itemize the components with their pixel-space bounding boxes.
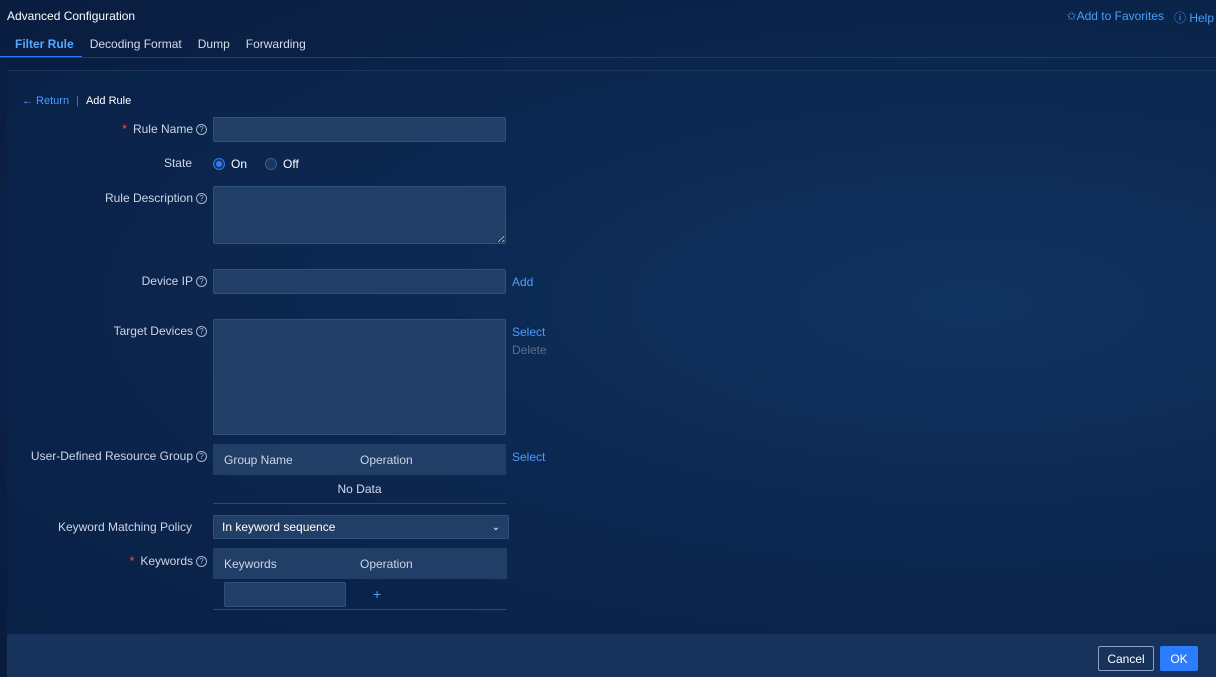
resource-group-label: User-Defined Resource Group ?: [31, 449, 207, 463]
state-off-radio[interactable]: Off: [265, 157, 299, 171]
keyword-policy-select[interactable]: In keyword sequence ⌄: [213, 515, 509, 539]
keywords-table: Keywords Operation: [213, 548, 507, 579]
chevron-down-icon: ⌄: [491, 521, 500, 533]
state-off-label: Off: [283, 157, 299, 171]
help-link[interactable]: ⓘ Help: [1174, 9, 1214, 26]
breadcrumb-separator: |: [76, 95, 79, 107]
top-bar: Advanced Configuration ✩Add to Favorites…: [0, 0, 1216, 58]
state-label-text: State: [163, 156, 192, 170]
tab-forwarding[interactable]: Forwarding: [238, 36, 314, 58]
tab-filter-rule[interactable]: Filter Rule: [0, 36, 82, 58]
tab-divider: [0, 57, 1216, 58]
footer-bar: [7, 634, 1216, 677]
required-marker: *: [122, 122, 127, 136]
target-devices-label: Target Devices ?: [114, 324, 207, 338]
column-keywords: Keywords: [224, 556, 277, 571]
rule-name-label-text: Rule Name: [132, 122, 193, 136]
help-circle-icon[interactable]: ?: [196, 275, 207, 287]
column-operation: Operation: [360, 452, 413, 467]
column-group-name: Group Name: [224, 452, 293, 467]
breadcrumb: ← Return | Add Rule: [22, 95, 131, 107]
select-target-devices-button[interactable]: Select: [512, 325, 545, 339]
target-devices-list[interactable]: [213, 319, 506, 435]
keyword-policy-label: Keyword Matching Policy: [58, 520, 192, 534]
state-label: State: [164, 156, 192, 170]
state-on-radio[interactable]: On: [213, 157, 247, 171]
column-operation: Operation: [360, 556, 413, 571]
add-device-ip-button[interactable]: Add: [512, 275, 533, 289]
device-ip-input[interactable]: [213, 269, 506, 294]
delete-target-devices-button[interactable]: Delete: [512, 343, 547, 357]
return-link[interactable]: ← Return: [22, 95, 69, 107]
keywords-label: * Keywords ?: [130, 554, 207, 568]
help-circle-icon[interactable]: ?: [196, 123, 207, 135]
rule-name-label: * Rule Name ?: [122, 122, 207, 136]
ok-button[interactable]: OK: [1160, 646, 1198, 671]
rule-description-label-text: Rule Description: [104, 191, 193, 205]
rule-description-label: Rule Description ?: [105, 191, 207, 205]
top-actions: ✩Add to Favorites ⓘ Help: [1067, 9, 1214, 26]
keyword-policy-label-text: Keyword Matching Policy: [57, 520, 192, 534]
add-keyword-icon[interactable]: +: [373, 586, 381, 602]
help-circle-icon[interactable]: ?: [196, 450, 207, 462]
keyword-input[interactable]: [224, 582, 346, 607]
help-circle-icon[interactable]: ?: [196, 192, 207, 204]
cancel-button[interactable]: Cancel: [1098, 646, 1154, 671]
target-devices-label-text: Target Devices: [113, 324, 193, 338]
breadcrumb-current: Add Rule: [85, 95, 132, 107]
device-ip-label: Device IP ?: [142, 274, 207, 288]
keywords-label-text: Keywords: [140, 554, 193, 568]
help-circle-icon[interactable]: ?: [196, 555, 207, 567]
device-ip-label-text: Device IP: [141, 274, 193, 288]
empty-state: No Data: [213, 475, 506, 504]
tab-decoding-format[interactable]: Decoding Format: [82, 36, 190, 58]
required-marker: *: [129, 554, 135, 568]
select-resource-group-button[interactable]: Select: [512, 450, 545, 464]
form-panel: [7, 70, 1216, 634]
tab-dump[interactable]: Dump: [190, 36, 238, 58]
radio-checked-icon: [213, 158, 225, 170]
help-circle-icon[interactable]: ?: [196, 325, 207, 337]
state-on-label: On: [231, 157, 248, 171]
rule-description-textarea[interactable]: [213, 186, 506, 244]
add-to-favorites-link[interactable]: ✩Add to Favorites: [1067, 9, 1164, 26]
resource-group-table: Group Name Operation No Data: [213, 444, 506, 504]
page-title: Advanced Configuration: [7, 9, 136, 23]
table-header: Keywords Operation: [213, 548, 507, 579]
rule-name-input[interactable]: [213, 117, 506, 142]
keyword-policy-value: In keyword sequence: [222, 520, 336, 534]
resource-group-label-text: User-Defined Resource Group: [30, 449, 193, 463]
tab-bar: Filter Rule Decoding Format Dump Forward…: [0, 36, 314, 58]
radio-unchecked-icon: [265, 158, 277, 170]
table-header: Group Name Operation: [213, 444, 506, 475]
